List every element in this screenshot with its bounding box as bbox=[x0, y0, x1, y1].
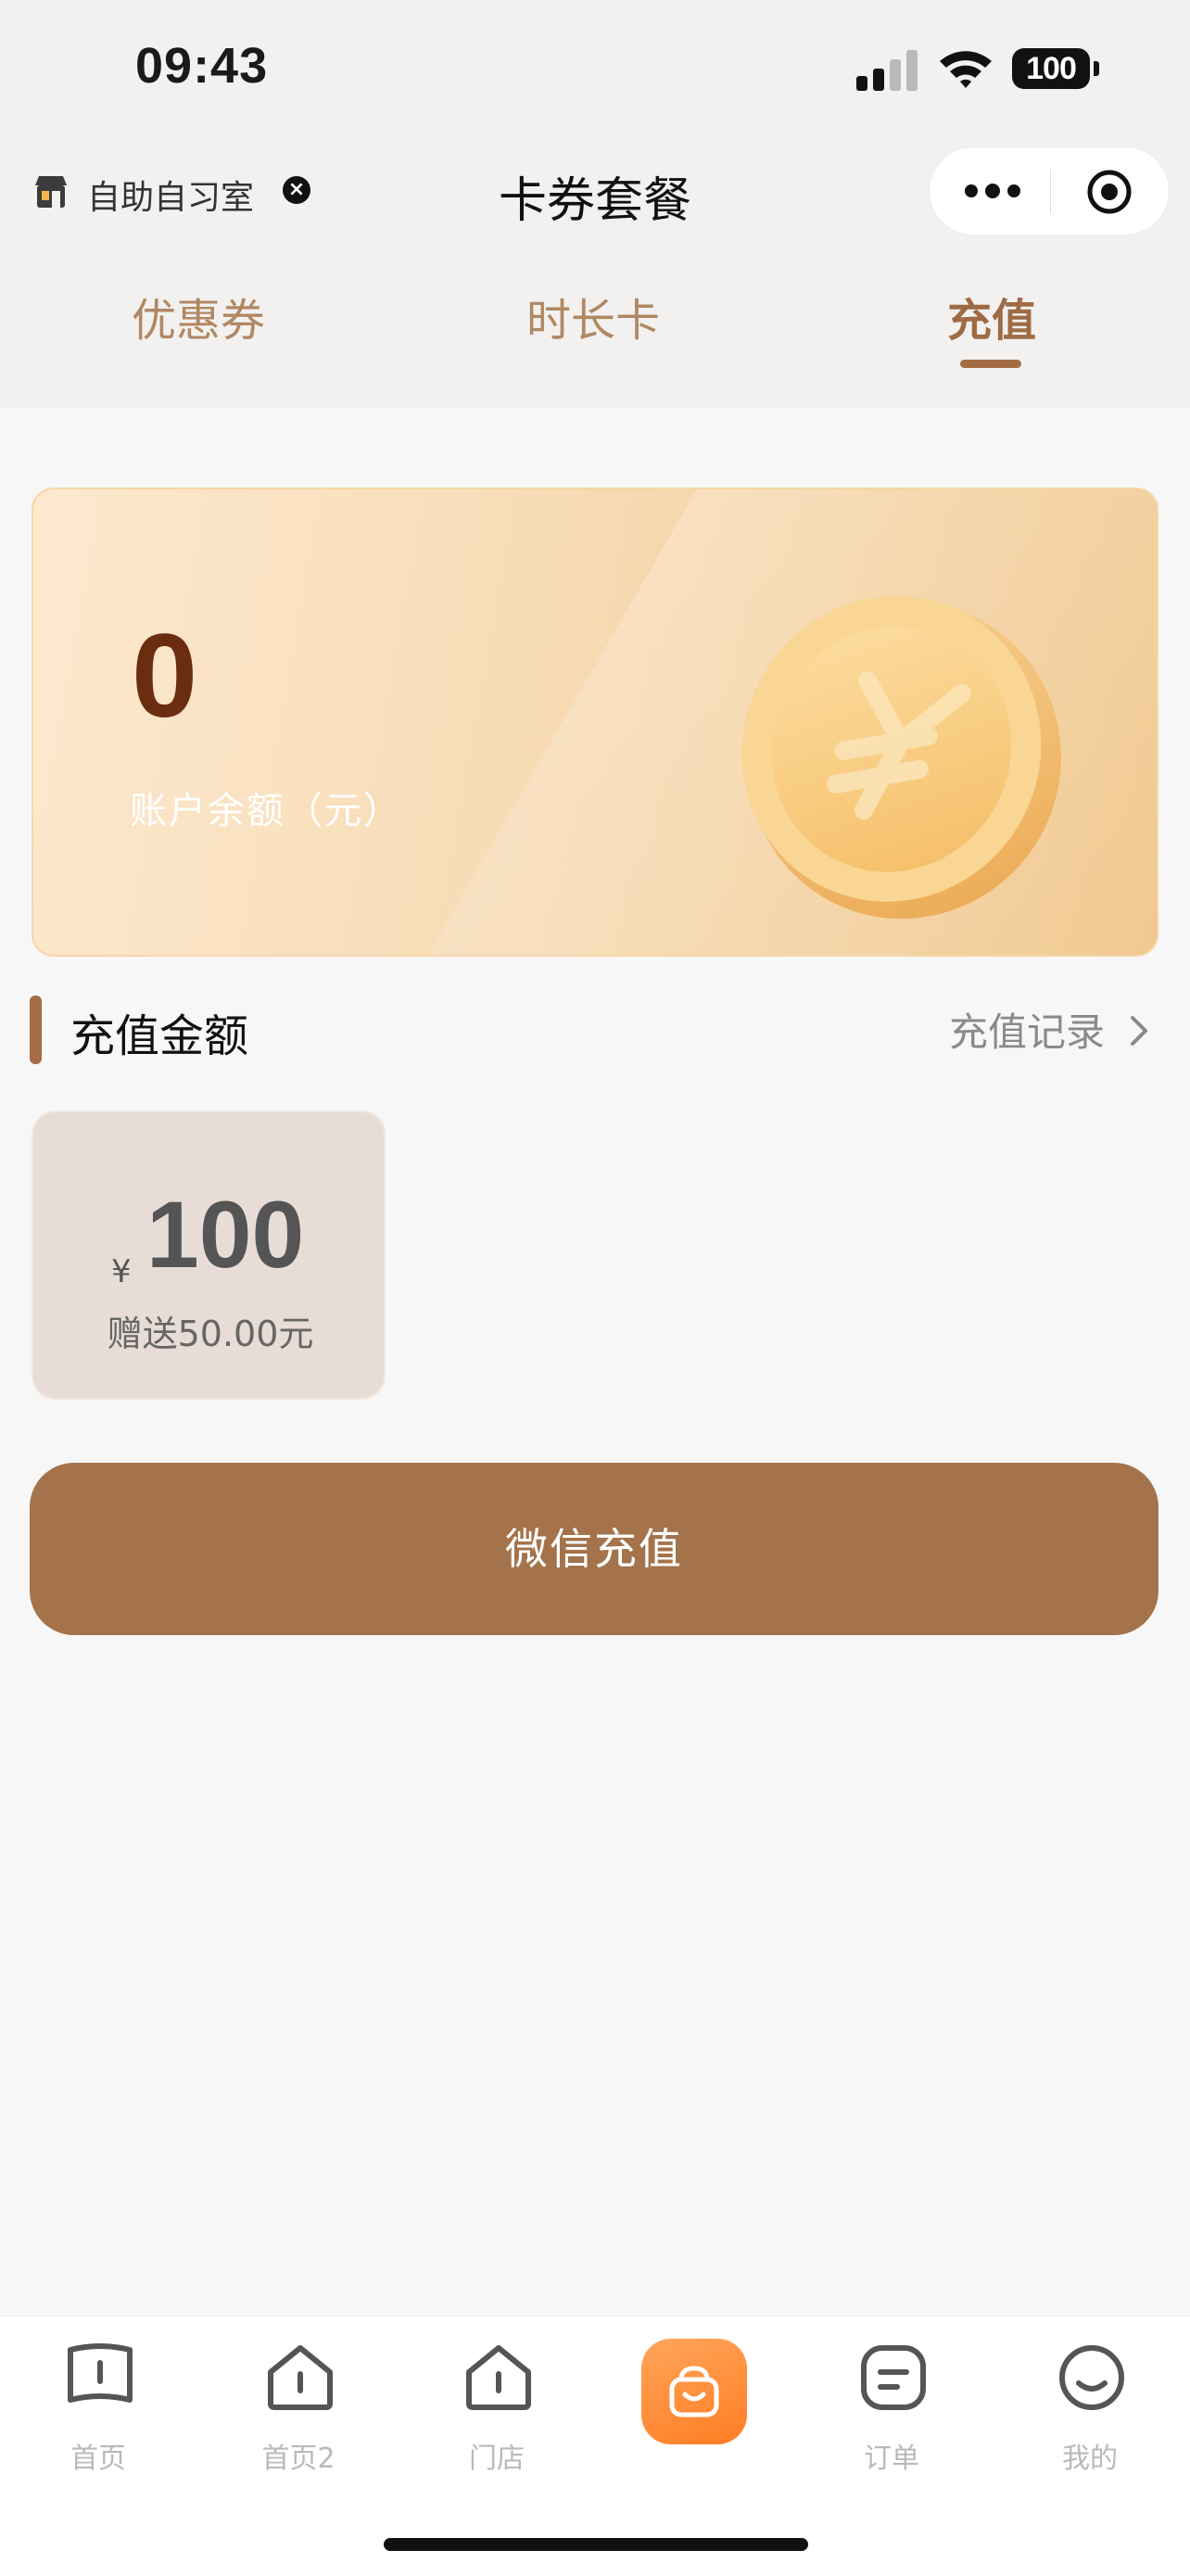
tabbar-item-orders[interactable]: 订单 bbox=[799, 2339, 984, 2478]
amount-option-100[interactable]: ¥ 100 赠送50.00元 bbox=[32, 1110, 386, 1400]
currency-symbol: ¥ bbox=[111, 1253, 132, 1290]
exit-target-icon[interactable] bbox=[1085, 168, 1133, 216]
balance-card: 0 账户余额（元） bbox=[32, 488, 1158, 957]
tabbar-item-store[interactable]: 门店 bbox=[404, 2339, 589, 2478]
tabbar-item-home2[interactable]: 首页2 bbox=[206, 2339, 391, 2478]
wifi-icon bbox=[940, 51, 992, 88]
chevron-right-icon[interactable] bbox=[1129, 1014, 1149, 1047]
section-title: 充值金额 bbox=[70, 1010, 249, 1062]
tab-recharge[interactable]: 充值 bbox=[880, 284, 1103, 349]
section-accent-bar bbox=[30, 996, 42, 1064]
capsule-divider bbox=[1050, 170, 1051, 214]
tabbar-label: 订单 bbox=[864, 2443, 919, 2475]
status-time: 09:43 bbox=[135, 38, 269, 94]
recharge-record-link[interactable]: 充值记录 bbox=[949, 1001, 1105, 1058]
wechat-pay-button[interactable]: 微信充值 bbox=[30, 1463, 1158, 1635]
amount-value: 100 bbox=[146, 1182, 305, 1288]
bottom-tab-bar: 首页 首页2 门店 订单 我的 bbox=[0, 2316, 1190, 2576]
balance-label: 账户余额（元） bbox=[130, 790, 402, 832]
tabbar-label: 我的 bbox=[1062, 2443, 1118, 2475]
tabbar-item-mine[interactable]: 我的 bbox=[997, 2339, 1183, 2478]
home-icon bbox=[466, 2345, 531, 2410]
active-tab-indicator bbox=[960, 360, 1021, 368]
tab-time-card[interactable]: 时长卡 bbox=[482, 284, 704, 349]
book-icon bbox=[68, 2343, 133, 2403]
mini-program-capsule bbox=[929, 146, 1170, 235]
tabbar-label: 门店 bbox=[469, 2443, 525, 2475]
balance-value: 0 bbox=[132, 610, 198, 742]
bonus-text: 赠送50.00元 bbox=[107, 1313, 314, 1354]
yuan-coin-icon bbox=[741, 596, 1061, 920]
order-icon bbox=[861, 2345, 926, 2410]
shopping-bag-icon bbox=[669, 2366, 719, 2417]
tabbar-label: 首页2 bbox=[261, 2443, 335, 2475]
battery-tip bbox=[1094, 61, 1099, 76]
home-icon bbox=[268, 2345, 333, 2410]
tabbar-label: 首页 bbox=[70, 2443, 126, 2475]
tabbar-item-packages[interactable] bbox=[641, 2339, 747, 2444]
tabbar-item-home[interactable]: 首页 bbox=[6, 2339, 191, 2478]
smile-icon bbox=[1059, 2345, 1124, 2410]
more-icon[interactable] bbox=[965, 184, 1020, 199]
tab-coupons[interactable]: 优惠券 bbox=[87, 284, 310, 349]
cellular-signal-icon bbox=[856, 48, 919, 91]
home-indicator bbox=[384, 2538, 808, 2551]
battery-icon: 100 bbox=[1012, 48, 1090, 89]
